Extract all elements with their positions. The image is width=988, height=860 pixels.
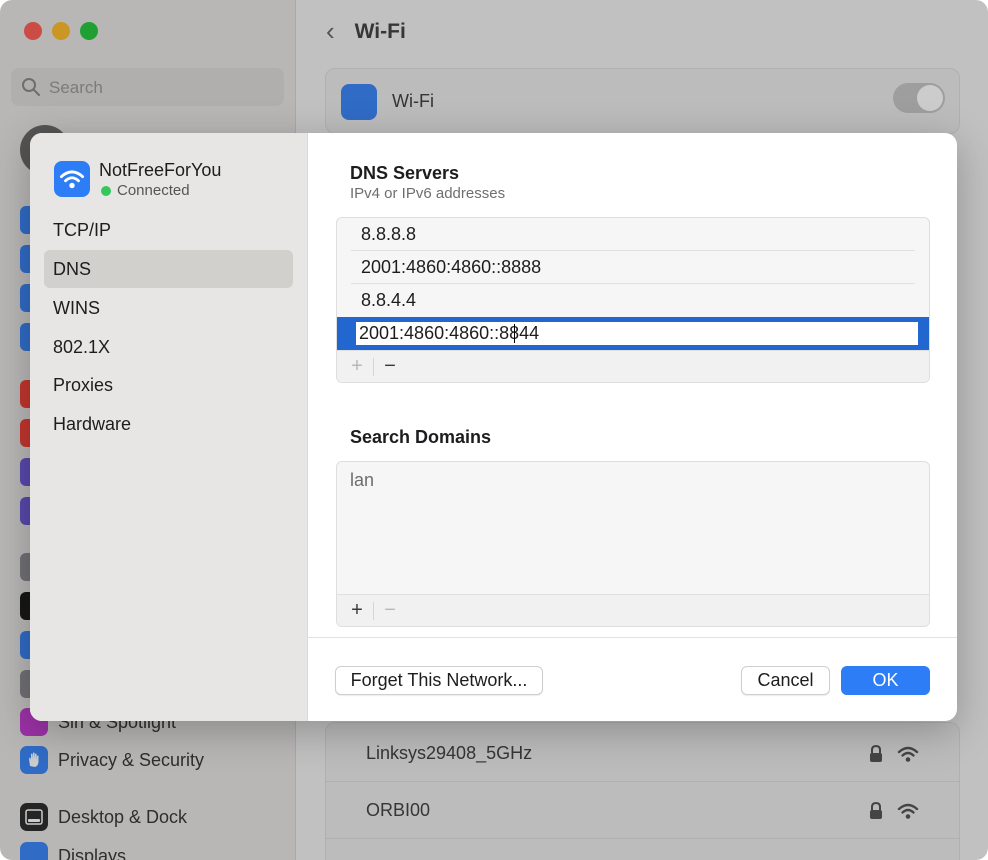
nav-item-tcpip[interactable]: TCP/IP xyxy=(44,211,293,249)
nav-item-dns[interactable]: DNS xyxy=(44,250,293,288)
divider xyxy=(373,601,374,620)
nav-item-label: WINS xyxy=(53,297,100,318)
wifi-icon xyxy=(54,161,90,197)
dns-server-address: 8.8.8.8 xyxy=(361,224,417,244)
search-domains-title: Search Domains xyxy=(350,427,492,447)
dns-server-row[interactable]: 2001:4860:4860::8888 xyxy=(337,251,929,284)
dns-server-row[interactable]: 8.8.8.8 xyxy=(337,218,929,251)
divider xyxy=(373,357,374,376)
search-domain-entry[interactable]: lan xyxy=(350,470,374,491)
nav-item-label: DNS xyxy=(53,258,92,279)
dns-servers-subtitle: IPv4 or IPv6 addresses xyxy=(350,185,506,202)
network-status: Connected xyxy=(101,182,190,199)
nav-item-label: Hardware xyxy=(53,413,132,434)
details-sidebar: NotFreeForYou Connected TCP/IP DNS WINS … xyxy=(30,133,308,721)
dns-server-edit-field[interactable] xyxy=(356,322,918,345)
dns-server-address: 8.8.4.4 xyxy=(361,290,417,310)
text-caret xyxy=(514,324,515,343)
network-status-label: Connected xyxy=(117,182,190,199)
dns-server-address: 2001:4860:4860::8888 xyxy=(361,257,542,277)
nav-item-hardware[interactable]: Hardware xyxy=(44,405,293,443)
add-dns-button[interactable]: + xyxy=(345,355,369,379)
remove-dns-button[interactable]: − xyxy=(378,355,402,379)
status-dot-icon xyxy=(101,185,111,196)
remove-search-domain-button[interactable]: − xyxy=(378,599,402,623)
cancel-button[interactable]: Cancel xyxy=(741,666,830,695)
nav-item-8021x[interactable]: 802.1X xyxy=(44,328,293,366)
dns-server-row-selected[interactable] xyxy=(337,317,929,350)
dns-servers-list: 8.8.8.8 2001:4860:4860::8888 8.8.4.4 + − xyxy=(336,217,930,383)
ok-button[interactable]: OK xyxy=(841,666,930,695)
network-name: NotFreeForYou xyxy=(99,160,222,180)
footer-divider xyxy=(308,637,957,638)
search-domains-list: lan + − xyxy=(336,461,930,627)
search-domain-controls: + − xyxy=(337,594,929,626)
nav-item-label: Proxies xyxy=(53,374,114,395)
add-search-domain-button[interactable]: + xyxy=(345,599,369,623)
nav-item-wins[interactable]: WINS xyxy=(44,289,293,327)
dns-servers-title: DNS Servers xyxy=(350,163,460,183)
dns-settings-pane: DNS Servers IPv4 or IPv6 addresses 8.8.8… xyxy=(308,133,957,721)
nav-item-label: TCP/IP xyxy=(53,219,112,240)
network-details-sheet: NotFreeForYou Connected TCP/IP DNS WINS … xyxy=(30,133,957,721)
dns-server-row[interactable]: 8.8.4.4 xyxy=(337,284,929,317)
nav-item-proxies[interactable]: Proxies xyxy=(44,366,293,404)
nav-item-label: 802.1X xyxy=(53,336,111,357)
forget-network-button[interactable]: Forget This Network... xyxy=(335,666,543,695)
dns-list-controls: + − xyxy=(337,350,929,382)
